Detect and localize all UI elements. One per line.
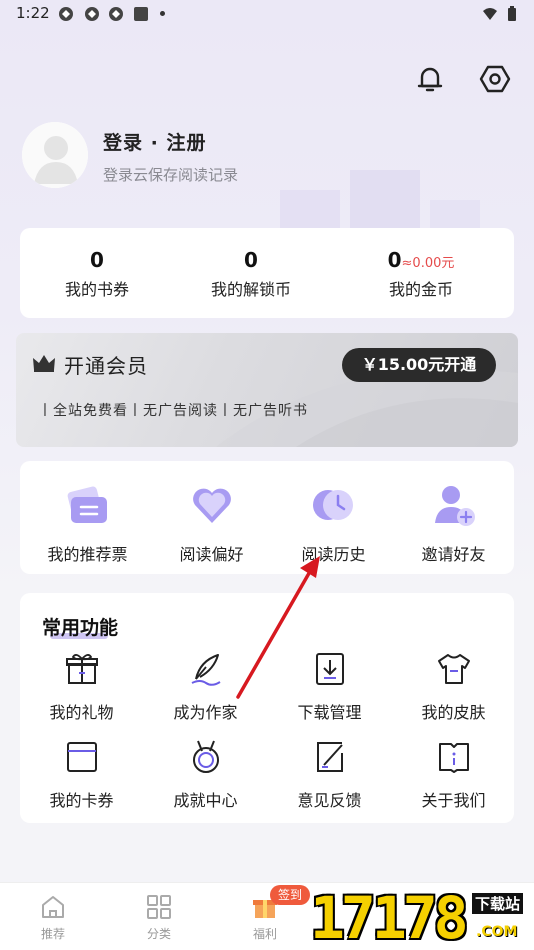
info-book-icon [438, 743, 469, 773]
battery-icon [506, 6, 518, 22]
quick-item-reading-history[interactable]: 阅读历史 [272, 483, 395, 565]
quick-item-label: 阅读历史 [301, 545, 366, 564]
login-hint: 登录云保存阅读记录 [103, 166, 239, 184]
settings-icon[interactable] [478, 62, 512, 96]
stats-card: 0 我的书券 0 我的解锁币 0≈0.00元 我的金币 [20, 228, 514, 318]
func-label: 下载管理 [297, 703, 362, 722]
section-title: 常用功能 [42, 617, 119, 639]
ticket-icon [67, 486, 107, 523]
func-become-writer[interactable]: 成为作家 [144, 651, 267, 723]
quick-item-label: 阅读偏好 [179, 545, 244, 564]
gift-icon [65, 654, 98, 684]
stat-label: 我的金币 [388, 280, 453, 299]
vip-purchase-button[interactable]: ￥15.00元开通 [342, 348, 496, 382]
quick-item-invite-friends[interactable]: 邀请好友 [392, 483, 515, 565]
func-label: 成为作家 [173, 703, 238, 722]
notification-icon [84, 6, 100, 22]
notification-icon [58, 6, 74, 22]
nav-label: 福利 [252, 927, 277, 941]
stat-unlock-coins[interactable]: 0 我的解锁币 [176, 248, 326, 300]
stat-vouchers[interactable]: 0 我的书券 [22, 248, 172, 300]
grid-icon [147, 895, 171, 919]
stat-value: 0≈0.00元 [346, 248, 496, 272]
func-my-skins[interactable]: 我的皮肤 [392, 651, 515, 723]
vip-title: 开通会员 [64, 354, 148, 378]
medal-icon [192, 740, 219, 773]
func-my-cards[interactable]: 我的卡券 [20, 739, 143, 811]
nav-label: 推荐 [40, 927, 65, 941]
nav-recommend[interactable]: 推荐 [0, 893, 106, 942]
stat-value: 0 [244, 248, 258, 272]
vip-card[interactable]: 开通会员 丨全站免费看丨无广告阅读丨无广告听书 ￥15.00元开通 [16, 333, 518, 447]
quick-actions-card: 我的推荐票 阅读偏好 阅读历史 邀请好友 [20, 461, 514, 574]
heart-icon [192, 488, 231, 523]
wifi-icon [482, 6, 498, 22]
func-about-us[interactable]: 关于我们 [392, 739, 515, 811]
gold-money-value: ≈0.00元 [401, 256, 455, 271]
func-label: 关于我们 [421, 791, 486, 810]
watermark-site: 下载站 [472, 893, 524, 914]
avatar[interactable] [22, 122, 88, 188]
status-time: 1:22 [16, 4, 50, 22]
clock-icon [312, 490, 353, 520]
watermark-domain: .COM [476, 924, 518, 940]
quick-item-label: 邀请好友 [421, 545, 486, 564]
add-friend-icon [434, 486, 475, 526]
status-bar: 1:22 [0, 0, 534, 28]
card-icon [66, 742, 97, 772]
nav-label: 分类 [146, 927, 171, 941]
quick-item-reading-preference[interactable]: 阅读偏好 [150, 483, 273, 565]
nav-category[interactable]: 分类 [106, 893, 212, 942]
vip-benefits: 丨全站免费看丨无广告阅读丨无广告听书 [38, 403, 308, 419]
checkin-badge[interactable]: 签到 [270, 885, 311, 905]
quill-icon [191, 654, 221, 686]
download-icon [315, 653, 344, 685]
gold-value: 0 [387, 248, 402, 272]
func-label: 我的礼物 [49, 703, 114, 722]
func-my-gifts[interactable]: 我的礼物 [20, 651, 143, 723]
func-download-manager[interactable]: 下载管理 [268, 651, 391, 723]
common-functions-card: 常用功能 我的礼物 成为作家 下载管理 我的皮肤 我的卡券 成就中心 意见反馈 … [20, 593, 514, 823]
stat-gold-coins[interactable]: 0≈0.00元 我的金币 [346, 248, 496, 300]
notification-icon [108, 6, 124, 22]
home-icon [42, 896, 64, 918]
stat-label: 我的书券 [64, 280, 129, 299]
quick-item-label: 我的推荐票 [47, 545, 128, 564]
app-square-icon [133, 6, 149, 22]
feedback-icon [316, 742, 343, 772]
func-label: 意见反馈 [297, 791, 362, 810]
func-feedback[interactable]: 意见反馈 [268, 739, 391, 811]
quick-item-recommend-ticket[interactable]: 我的推荐票 [26, 483, 149, 565]
stat-label: 我的解锁币 [210, 280, 291, 299]
watermark-number: 17178 [310, 884, 469, 950]
shirt-icon [437, 654, 470, 684]
crown-icon [33, 355, 55, 372]
bell-icon[interactable] [413, 62, 447, 96]
func-label: 成就中心 [173, 791, 238, 810]
func-label: 我的皮肤 [421, 703, 486, 722]
more-dot-icon [160, 11, 165, 16]
func-achievements[interactable]: 成就中心 [144, 739, 267, 811]
func-label: 我的卡券 [49, 791, 114, 810]
login-register-link[interactable]: 登录 · 注册 [103, 128, 206, 155]
stat-value: 0 [90, 248, 104, 272]
